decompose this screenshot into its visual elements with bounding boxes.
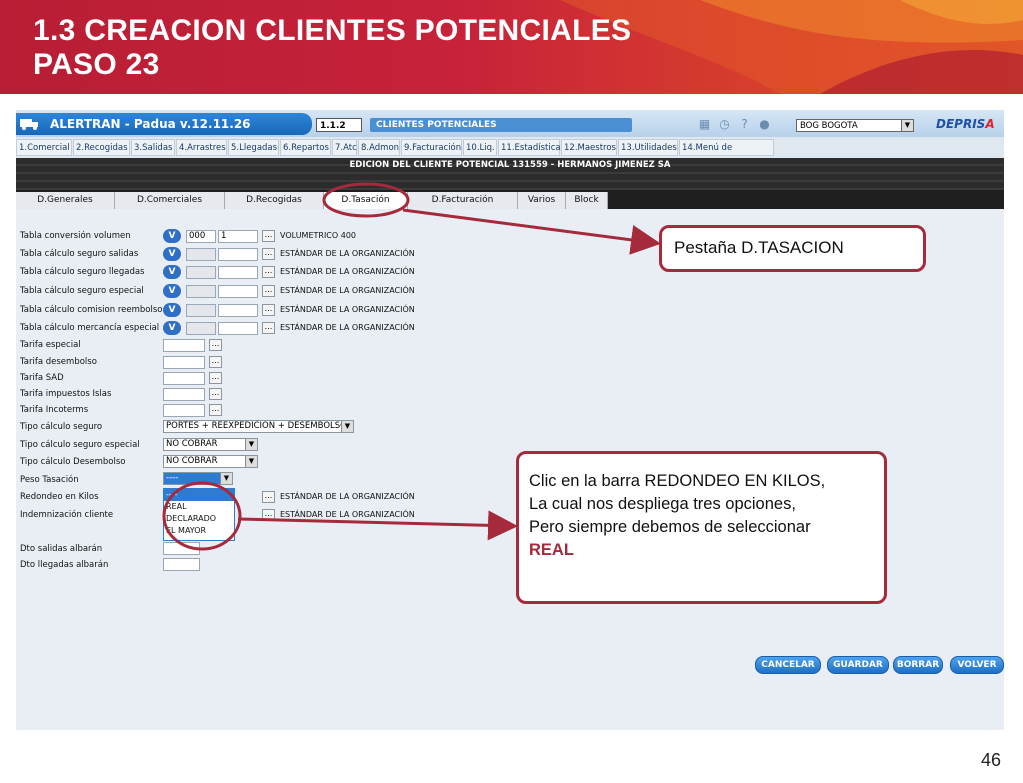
dropdown-highlight-circle bbox=[162, 481, 242, 551]
redondeo-callout-line3: Pero siempre debemos de seleccionar bbox=[529, 518, 811, 536]
tab-callout-arrow bbox=[402, 208, 661, 255]
tab-callout: Pestaña D.TASACION bbox=[659, 225, 926, 272]
tab-highlight-circle bbox=[322, 182, 410, 218]
slide-number: 46 bbox=[980, 750, 1001, 770]
annotation-overlay bbox=[162, 182, 661, 551]
redondeo-callout: Clic en la barra REDONDEO EN KILOS, La c… bbox=[516, 451, 887, 604]
dropdown-callout-arrow bbox=[237, 510, 518, 541]
redondeo-callout-line1: Clic en la barra REDONDEO EN KILOS, bbox=[529, 472, 826, 490]
tab-callout-text: Pestaña D.TASACION bbox=[674, 238, 844, 257]
redondeo-callout-emphasis: REAL bbox=[529, 541, 574, 559]
redondeo-callout-line2: La cual nos despliega tres opciones, bbox=[529, 495, 796, 513]
